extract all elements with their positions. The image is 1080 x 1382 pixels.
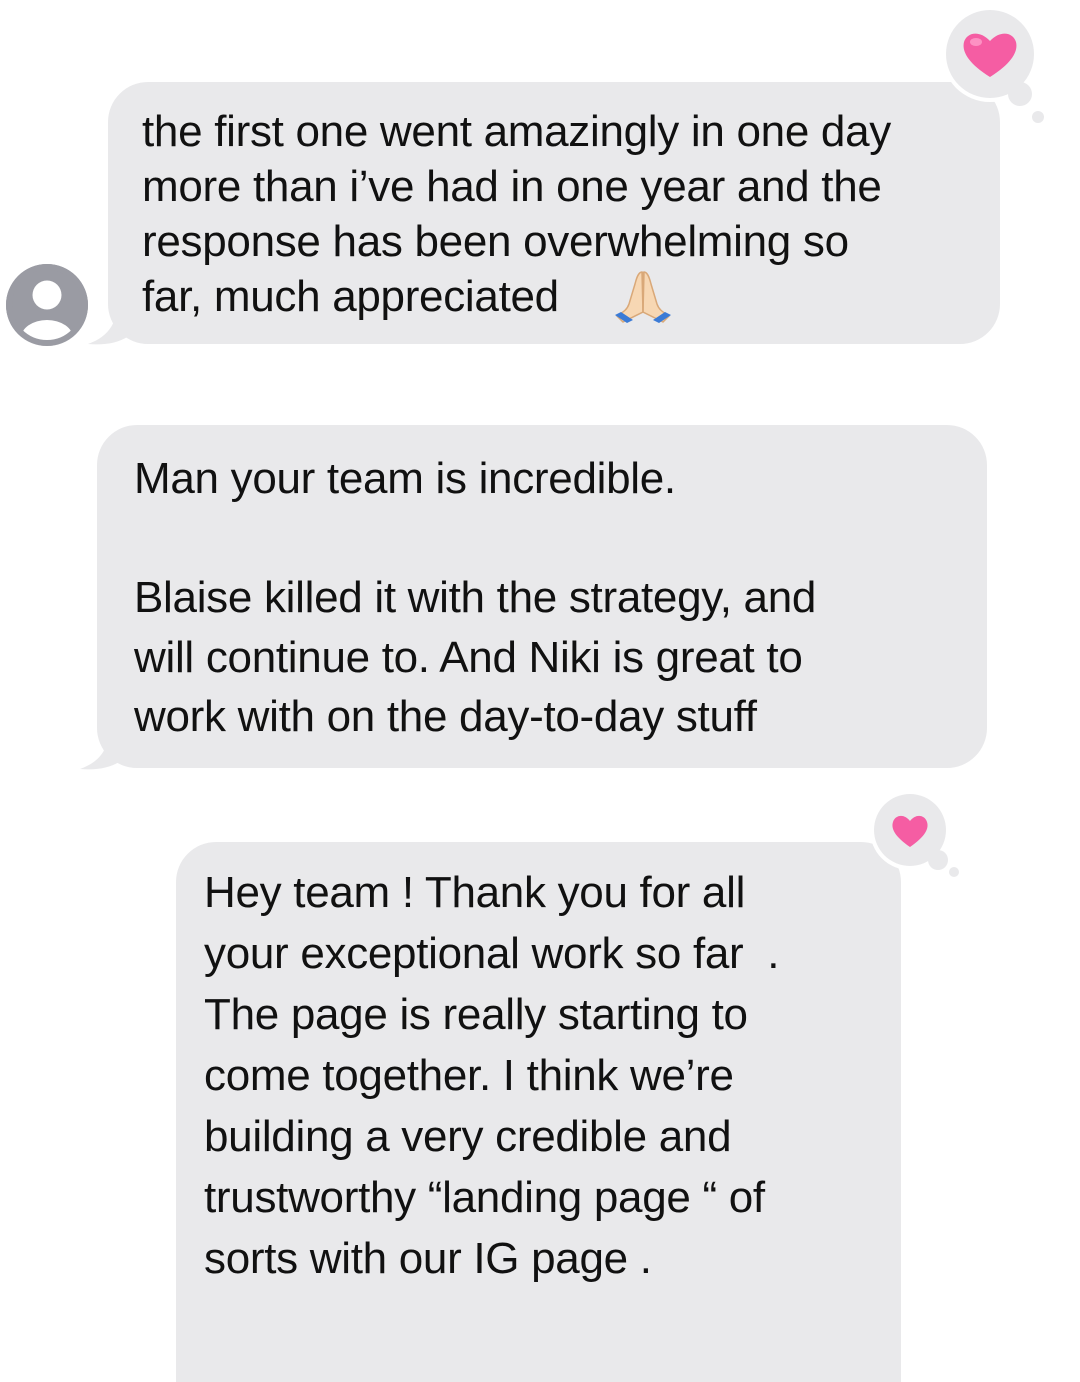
message-text: the first one went amazingly in one day … bbox=[142, 107, 891, 321]
message-bubble-received-3[interactable]: Hey team ! Thank you for all your except… bbox=[176, 842, 901, 1382]
message-text: Man your team is incredible. Blaise kill… bbox=[134, 454, 817, 741]
message-bubble-received-1[interactable]: the first one went amazingly in one day … bbox=[88, 82, 1000, 345]
folded-hands-icon bbox=[615, 271, 671, 323]
bubble-tail bbox=[80, 721, 132, 770]
bubble-tail bbox=[88, 296, 140, 345]
message-text: Hey team ! Thank you for all your except… bbox=[204, 868, 780, 1283]
contact-avatar-icon[interactable] bbox=[6, 264, 88, 346]
heart-reaction-badge-2[interactable] bbox=[870, 790, 966, 884]
heart-reaction-badge-1[interactable] bbox=[940, 4, 1048, 126]
message-bubble-received-2[interactable]: Man your team is incredible. Blaise kill… bbox=[80, 425, 987, 770]
